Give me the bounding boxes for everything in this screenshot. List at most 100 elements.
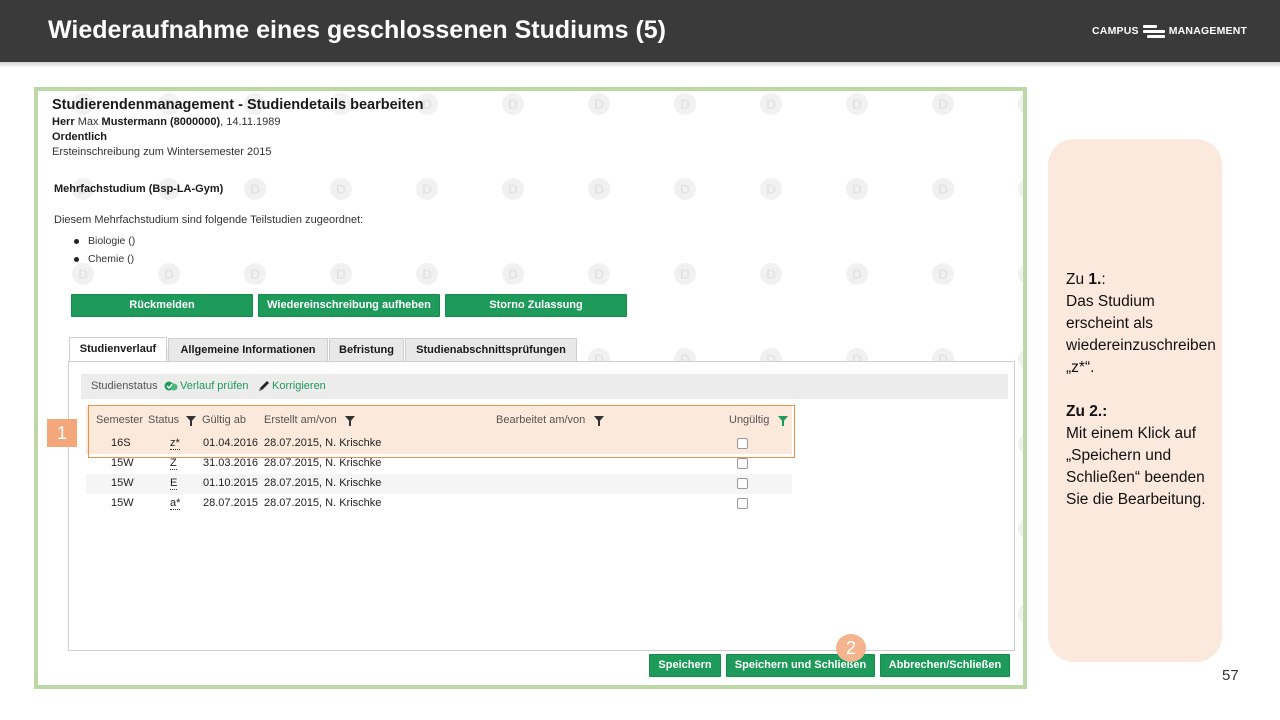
watermark-mark: D [674,178,696,200]
watermark-mark: D [1018,518,1023,540]
watermark-mark: D [1018,348,1023,370]
watermark-mark: D [244,178,266,200]
watermark-mark: D [502,93,524,115]
cell-erstellt: 28.07.2015, N. Krischke [264,497,382,509]
tab-befristung[interactable]: Befristung [329,338,404,361]
cell-erstellt: 28.07.2015, N. Krischke [264,477,382,489]
ungueltig-checkbox[interactable] [737,438,748,449]
person-salutation: Herr [52,116,75,128]
tab-allgemeine-informationen[interactable]: Allgemeine Informationen [168,338,328,361]
watermark-mark: D [674,263,696,285]
col-bearbeitet: Bearbeitet am/von [496,414,586,426]
watermark-mark: D [416,178,438,200]
table-row: 15W a* 28.07.2015 28.07.2015, N. Krischk… [86,494,792,514]
ungueltig-checkbox[interactable] [737,478,748,489]
cell-gueltig-ab: 01.10.2015 [203,477,259,489]
table-row: 15W E 01.10.2015 28.07.2015, N. Krischke [86,474,792,494]
watermark-mark: D [846,178,868,200]
ungueltig-checkbox[interactable] [737,458,748,469]
cell-semester: 16S [111,437,131,449]
studienverlauf-panel: Studienstatus Verlauf prüfen Korrigieren… [68,361,1015,651]
table-row: 16S z* 01.04.2016 28.07.2015, N. Krischk… [86,434,792,454]
person-firstname: Max [77,116,99,128]
cell-status[interactable]: z* [170,437,180,450]
slide-title: Wiederaufnahme eines geschlossenen Studi… [48,16,666,44]
tab-studienverlauf[interactable]: Studienverlauf [69,337,167,362]
rueckmelden-button[interactable]: Rückmelden [71,294,253,317]
ungueltig-checkbox[interactable] [737,498,748,509]
watermark-mark: D [846,263,868,285]
person-lastname: Mustermann (8000000) [101,116,221,128]
study-title: Mehrfachstudium (Bsp-LA-Gym) [54,183,224,195]
callout-text-1: Das Studium erscheint als wiedereinzusch… [1066,293,1216,376]
korrigieren-link[interactable]: Korrigieren [272,374,326,399]
person-line: Herr Max Mustermann (8000000), 14.11.198… [52,116,281,128]
verlauf-check-icon[interactable] [164,380,178,393]
storno-zulassung-button[interactable]: Storno Zulassung [445,294,627,317]
watermark-mark: D [416,263,438,285]
watermark-mark: D [1018,263,1023,285]
cell-status[interactable]: Z [170,457,177,470]
watermark-mark: D [588,93,610,115]
person-birthdate: , 14.11.1989 [220,116,281,128]
watermark-mark: D [932,263,954,285]
speichern-button[interactable]: Speichern [649,654,721,677]
wiedereinschreibung-aufheben-button[interactable]: Wiedereinschreibung aufheben [258,294,440,317]
student-status: Ordentlich [52,131,108,143]
cell-status[interactable]: E [170,477,178,490]
filter-ungueltig-icon[interactable] [778,416,788,426]
col-semester: Semester [96,414,144,426]
filter-erstellt-icon[interactable] [345,416,355,426]
watermark-mark: D [760,93,782,115]
list-item: Chemie () [74,250,135,268]
page-number: 57 [1222,667,1239,684]
watermark-mark: D [502,263,524,285]
watermark-mark: D [1018,93,1023,115]
callout-heading-1: Zu 1.: [1066,271,1106,288]
study-description: Diesem Mehrfachstudium sind folgende Tei… [54,214,364,226]
watermark-mark: D [1018,603,1023,625]
cell-gueltig-ab: 01.04.2016 [203,437,259,449]
watermark-mark: D [760,263,782,285]
tab-studienabschnittspruefungen[interactable]: Studienabschnittsprüfungen [405,338,577,361]
cell-status[interactable]: a* [170,497,181,510]
callout-text: Zu 1.: Das Studium erscheint als wiedere… [1066,269,1216,511]
studienverlauf-table: Semester Status Gültig ab Erstellt am/vo… [86,406,792,514]
enrollment-info: Ersteinschreibung zum Wintersemester 201… [52,146,272,158]
cell-erstellt: 28.07.2015, N. Krischke [264,437,382,449]
verlauf-pruefen-link[interactable]: Verlauf prüfen [180,374,249,399]
watermark-mark: D [932,93,954,115]
abbrechen-schliessen-button[interactable]: Abbrechen/Schließen [880,654,1010,677]
studienstatus-label: Studienstatus [91,380,158,392]
watermark-mark: D [674,93,696,115]
watermark-mark: D [1018,433,1023,455]
slide-header: Wiederaufnahme eines geschlossenen Studi… [0,0,1280,62]
watermark-mark: D [846,93,868,115]
watermark-mark: D [760,178,782,200]
table-row: 15W Z 31.03.2016 28.07.2015, N. Krischke [86,454,792,474]
substudy-list: Biologie () Chemie () [74,232,135,268]
cell-erstellt: 28.07.2015, N. Krischke [264,457,382,469]
cell-gueltig-ab: 31.03.2016 [203,457,259,469]
step-marker-1: 1 [47,419,77,447]
pencil-icon[interactable] [257,380,271,393]
logo-mark-icon [1142,23,1165,39]
studienstatus-toolbar: Studienstatus Verlauf prüfen Korrigieren [81,374,1008,399]
watermark-mark: D [330,263,352,285]
filter-bearbeitet-icon[interactable] [594,416,604,426]
watermark-mark: D [330,178,352,200]
watermark-mark: D [1018,178,1023,200]
watermark-mark: D [588,178,610,200]
logo-text-management: MANAGEMENT [1168,25,1248,37]
app-page-title: Studierendenmanagement - Studiendetails … [52,97,424,113]
step-marker-2: 2 [836,634,866,662]
filter-status-icon[interactable] [186,416,196,426]
watermark-mark: D [502,178,524,200]
table-header: Semester Status Gültig ab Erstellt am/vo… [86,406,792,434]
cell-semester: 15W [111,477,134,489]
campus-management-logo: CAMPUS MANAGEMENT [1092,22,1247,40]
cell-semester: 15W [111,497,134,509]
logo-text-campus: CAMPUS [1092,25,1139,37]
col-status: Status [148,414,180,426]
explanation-callout: Zu 1.: Das Studium erscheint als wiedere… [1048,139,1222,662]
